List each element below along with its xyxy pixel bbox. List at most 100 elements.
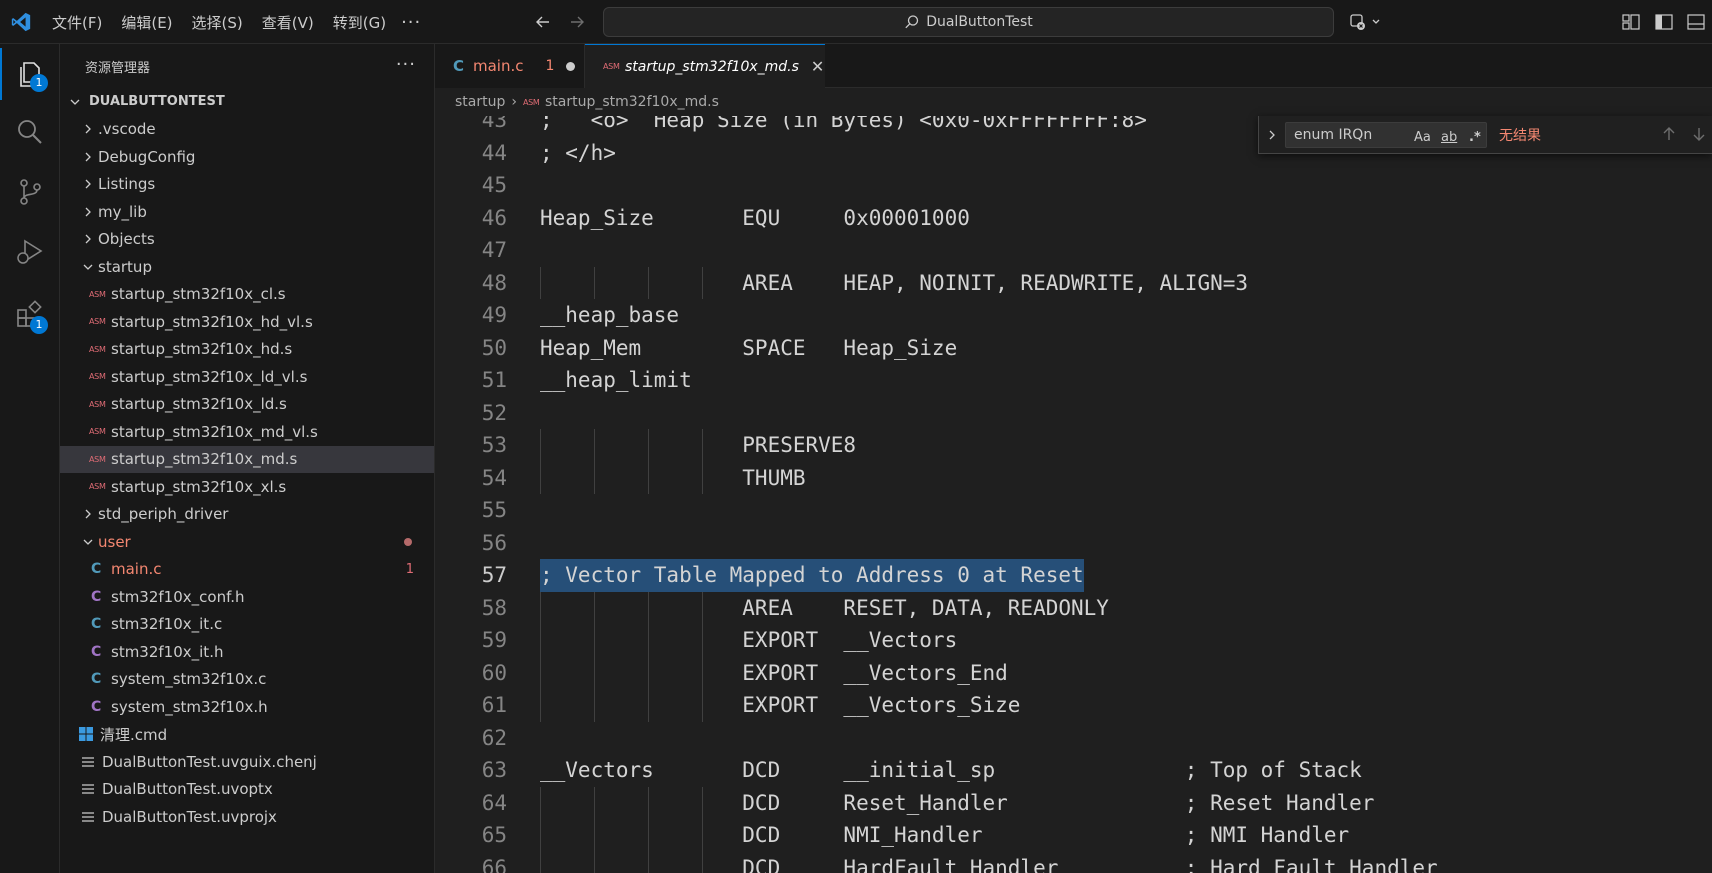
workspace-root[interactable]: DUALBUTTONTEST xyxy=(60,88,434,116)
asm-file-icon: ASM xyxy=(89,344,106,354)
back-arrow-icon[interactable] xyxy=(533,12,553,32)
line-number: 65 xyxy=(481,823,507,847)
tree-item-label: stm32f10x_it.h xyxy=(111,642,224,661)
tree-folder-user[interactable]: user xyxy=(60,528,434,556)
toggle-replace-button[interactable] xyxy=(1259,129,1285,141)
unsaved-dot[interactable] xyxy=(566,61,576,71)
tree-folder-std-periph-driver[interactable]: std_periph_driver xyxy=(60,501,434,529)
toggle-panel-layout-icon[interactable] xyxy=(1621,12,1641,32)
code-line[interactable]: 58 AREA RESET, DATA, READONLY xyxy=(435,591,1712,624)
code-line[interactable]: 54 THUMB xyxy=(435,461,1712,494)
run-and-debug-icon[interactable] xyxy=(14,236,46,268)
regex-toggle[interactable]: .* xyxy=(1469,126,1481,150)
previous-match-icon[interactable] xyxy=(1660,125,1678,143)
code-line[interactable]: 52 xyxy=(435,397,1712,430)
tree-file-uvguix[interactable]: DualButtonTest.uvguix.chenj xyxy=(60,748,434,776)
tab-startup-md-s[interactable]: ASM startup_stm32f10x_md.s ✕ xyxy=(585,44,825,88)
code-editor[interactable]: 43 ; <o> Heap Size (in Bytes) <0x0-0xFFFF… xyxy=(435,116,1712,873)
menu-go[interactable]: 转到(G) xyxy=(333,12,386,33)
whole-word-toggle[interactable]: ab xyxy=(1441,126,1457,150)
toggle-panel-icon[interactable] xyxy=(1686,12,1706,32)
tree-file-startup-hd[interactable]: ASM startup_stm32f10x_hd.s xyxy=(60,336,434,364)
line-number: 51 xyxy=(481,368,507,392)
menu-edit[interactable]: 编辑(E) xyxy=(121,12,172,33)
breadcrumb-file[interactable]: startup_stm32f10x_md.s xyxy=(545,94,719,110)
menu-selection[interactable]: 选择(S) xyxy=(192,12,243,33)
command-center-search[interactable]: DualButtonTest xyxy=(603,7,1334,37)
find-input[interactable]: enum IRQn Aa ab .* xyxy=(1285,121,1487,150)
code-line[interactable]: 45 xyxy=(435,169,1712,202)
find-query: enum IRQn xyxy=(1294,126,1373,143)
vscode-logo-icon[interactable] xyxy=(10,11,32,33)
menu-more-button[interactable]: ··· xyxy=(401,12,421,33)
tree-file-uvprojx[interactable]: DualButtonTest.uvprojx xyxy=(60,803,434,831)
chevron-down-icon xyxy=(83,264,93,270)
forward-arrow-icon[interactable] xyxy=(567,12,587,32)
copilot-icon[interactable] xyxy=(1349,12,1385,32)
tree-file-uvoptx[interactable]: DualButtonTest.uvoptx xyxy=(60,776,434,804)
line-text: __Vectors DCD __initial_sp ; Top of Stac… xyxy=(540,758,1362,782)
tree-folder-startup[interactable]: startup xyxy=(60,253,434,281)
line-number: 59 xyxy=(481,628,507,652)
tree-file-system-stm32f10x-h[interactable]: C system_stm32f10x.h xyxy=(60,693,434,721)
search-icon[interactable] xyxy=(14,116,46,148)
c-file-icon: C xyxy=(91,561,102,578)
line-number: 43 xyxy=(481,116,507,132)
tree-file-stm32f10x-conf-h[interactable]: C stm32f10x_conf.h xyxy=(60,583,434,611)
toggle-primary-sidebar-icon[interactable] xyxy=(1654,12,1674,32)
tree-file-system-stm32f10x-c[interactable]: C system_stm32f10x.c xyxy=(60,666,434,694)
code-line[interactable]: 51 __heap_limit xyxy=(435,364,1712,397)
tree-file-startup-cl[interactable]: ASM startup_stm32f10x_cl.s xyxy=(60,281,434,309)
tree-file-startup-md-vl[interactable]: ASM startup_stm32f10x_md_vl.s xyxy=(60,418,434,446)
tree-folder-objects[interactable]: Objects xyxy=(60,226,434,254)
c-file-icon: C xyxy=(453,57,465,75)
code-line[interactable]: 53 PRESERVE8 xyxy=(435,429,1712,462)
code-line[interactable]: 57 ; Vector Table Mapped to Address 0 at … xyxy=(435,559,1712,592)
tree-item-label: startup_stm32f10x_cl.s xyxy=(111,285,286,304)
breadcrumb-folder[interactable]: startup xyxy=(455,94,505,110)
tree-file-startup-xl[interactable]: ASM startup_stm32f10x_xl.s xyxy=(60,473,434,501)
tree-item-label: startup_stm32f10x_md_vl.s xyxy=(111,422,318,441)
code-line[interactable]: 55 xyxy=(435,494,1712,527)
tree-file-startup-ld-vl[interactable]: ASM startup_stm32f10x_ld_vl.s xyxy=(60,363,434,391)
code-line[interactable]: 50 Heap_Mem SPACE Heap_Size xyxy=(435,332,1712,365)
tree-file-startup-hd-vl[interactable]: ASM startup_stm32f10x_hd_vl.s xyxy=(60,308,434,336)
line-text: PRESERVE8 xyxy=(540,433,857,457)
tree-item-label: stm32f10x_it.c xyxy=(111,615,223,634)
tree-item-label: startup_stm32f10x_md.s xyxy=(111,450,298,469)
code-line[interactable]: 63 __Vectors DCD __initial_sp ; Top of St… xyxy=(435,754,1712,787)
code-line[interactable]: 49 __heap_base xyxy=(435,299,1712,332)
explorer-more-button[interactable]: ··· xyxy=(396,54,416,75)
tab-main-c[interactable]: C main.c 1 xyxy=(435,44,585,88)
code-line[interactable]: 47 xyxy=(435,234,1712,267)
code-line[interactable]: 56 xyxy=(435,527,1712,560)
menu-file[interactable]: 文件(F) xyxy=(52,12,102,33)
tree-file-stm32f10x-it-c[interactable]: C stm32f10x_it.c xyxy=(60,611,434,639)
tree-file-main-c[interactable]: C main.c 1 xyxy=(60,556,434,584)
close-icon[interactable]: ✕ xyxy=(811,57,824,76)
tree-folder-vscode[interactable]: .vscode xyxy=(60,116,434,144)
tree-file-startup-ld[interactable]: ASM startup_stm32f10x_ld.s xyxy=(60,391,434,419)
code-line[interactable]: 46 Heap_Size EQU 0x00001000 xyxy=(435,202,1712,235)
tree-file-clean-cmd[interactable]: 清理.cmd xyxy=(60,721,434,749)
code-line[interactable]: 48 AREA HEAP, NOINIT, READWRITE, ALIGN=3 xyxy=(435,266,1712,299)
menu-view[interactable]: 查看(V) xyxy=(262,12,314,33)
line-text: __heap_limit xyxy=(540,368,692,392)
code-line[interactable]: 61 EXPORT __Vectors_Size xyxy=(435,689,1712,722)
tree-folder-my-lib[interactable]: my_lib xyxy=(60,198,434,226)
tree-file-stm32f10x-it-h[interactable]: C stm32f10x_it.h xyxy=(60,638,434,666)
tree-folder-listings[interactable]: Listings xyxy=(60,171,434,199)
code-line[interactable]: 62 xyxy=(435,722,1712,755)
match-case-toggle[interactable]: Aa xyxy=(1414,126,1431,150)
code-line[interactable]: 66 DCD HardFault_Handler ; Hard Fault Ha… xyxy=(435,851,1712,873)
code-line[interactable]: 64 DCD Reset_Handler ; Reset Handler xyxy=(435,786,1712,819)
tree-folder-debugconfig[interactable]: DebugConfig xyxy=(60,143,434,171)
explorer-title: 资源管理器 xyxy=(85,60,151,76)
tree-file-startup-md[interactable]: ASM startup_stm32f10x_md.s xyxy=(60,445,434,473)
source-control-icon[interactable] xyxy=(14,176,46,208)
code-line[interactable]: 59 EXPORT __Vectors xyxy=(435,624,1712,657)
next-match-icon[interactable] xyxy=(1690,125,1708,143)
code-line[interactable]: 65 DCD NMI_Handler ; NMI Handler xyxy=(435,819,1712,852)
code-line[interactable]: 60 EXPORT __Vectors_End xyxy=(435,656,1712,689)
line-text: ; Vector Table Mapped to Address 0 at Re… xyxy=(540,559,1084,592)
